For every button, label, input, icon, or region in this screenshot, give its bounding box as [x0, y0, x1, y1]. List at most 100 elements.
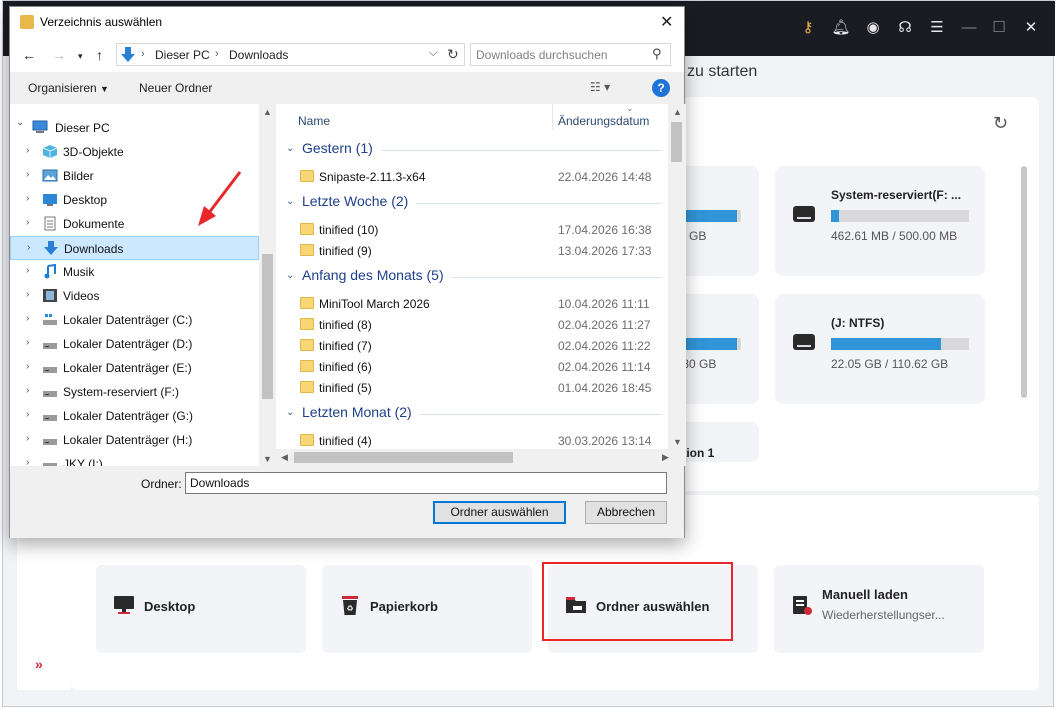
chevron-right-icon[interactable]: ›: [26, 265, 29, 276]
file-row[interactable]: tinified (5) 01.04.2026 18:45: [276, 377, 668, 398]
group-divider: [452, 277, 662, 278]
file-group-header[interactable]: ⌄ Letzte Woche (2): [286, 193, 662, 213]
refresh-icon[interactable]: ↻: [993, 113, 1008, 134]
list-horizontal-scrollbar[interactable]: ◀ ▶: [276, 449, 686, 466]
expand-sidebar-icon[interactable]: »: [35, 656, 43, 672]
tree-item-system-reserviert-f[interactable]: › System-reserviert (F:): [10, 380, 259, 404]
address-dropdown-icon[interactable]: ⌵: [429, 47, 437, 60]
chevron-down-icon[interactable]: ⌄: [286, 407, 294, 418]
tree-item-lokaler-datenträger-d[interactable]: › Lokaler Datenträger (D:): [10, 332, 259, 356]
folder-field[interactable]: [185, 472, 667, 494]
chevron-right-icon[interactable]: ›: [26, 337, 29, 348]
column-divider[interactable]: [552, 104, 553, 130]
drive-card-f[interactable]: System-reserviert(F: ... 462.61 MB / 500…: [775, 166, 985, 276]
location-manual-load[interactable]: Manuell laden Wiederherstellungser...: [774, 565, 984, 653]
tree-item-lokaler-datenträger-g[interactable]: › Lokaler Datenträger (G:): [10, 404, 259, 428]
file-row[interactable]: tinified (8) 02.04.2026 11:27: [276, 314, 668, 335]
scroll-right-icon[interactable]: ▶: [662, 452, 669, 463]
tree-item-lokaler-datenträger-c[interactable]: › Lokaler Datenträger (C:): [10, 308, 259, 332]
file-group-header[interactable]: ⌄ Letzten Monat (2): [286, 404, 662, 424]
help-icon[interactable]: ?: [652, 79, 670, 97]
select-folder-button[interactable]: Ordner auswählen: [433, 501, 566, 524]
highlight-annotation-box: [542, 562, 733, 641]
tree-item-videos[interactable]: › Videos: [10, 284, 259, 308]
chevron-right-icon[interactable]: ›: [26, 385, 29, 396]
breadcrumb-separator-icon[interactable]: ›: [215, 48, 219, 60]
chevron-right-icon[interactable]: ›: [26, 193, 29, 204]
tree-item-downloads[interactable]: › Downloads: [10, 236, 259, 260]
close-icon[interactable]: ✕: [1021, 18, 1041, 38]
minimize-icon[interactable]: —: [959, 18, 979, 38]
forward-arrow-icon[interactable]: →: [52, 47, 66, 63]
list-hscroll-thumb[interactable]: [294, 452, 513, 463]
drive-card-j[interactable]: (J: NTFS) 22.05 GB / 110.62 GB: [775, 294, 985, 404]
chevron-right-icon[interactable]: ›: [26, 457, 29, 466]
chevron-right-icon[interactable]: ›: [27, 242, 30, 253]
tree-scrollbar[interactable]: ▲ ▼: [259, 104, 276, 466]
file-row[interactable]: tinified (7) 02.04.2026 11:22: [276, 335, 668, 356]
disc-icon[interactable]: ◉: [863, 18, 883, 38]
drives-scrollbar[interactable]: [1021, 166, 1027, 398]
file-group-header[interactable]: ⌄ Anfang des Monats (5): [286, 267, 662, 287]
list-vertical-scrollbar[interactable]: ▲ ▼: [668, 104, 686, 449]
scroll-down-icon[interactable]: ▼: [673, 437, 682, 447]
chevron-right-icon[interactable]: ›: [26, 409, 29, 420]
file-row[interactable]: tinified (6) 02.04.2026 11:14: [276, 356, 668, 377]
breadcrumb-dieser-pc[interactable]: Dieser PC: [155, 48, 210, 62]
tree-scroll-thumb[interactable]: [262, 254, 273, 399]
up-arrow-icon[interactable]: ↑: [96, 47, 103, 63]
list-scroll-thumb[interactable]: [671, 122, 682, 162]
column-header-name[interactable]: Name: [298, 114, 330, 128]
organize-button[interactable]: Organisieren ▼: [28, 81, 109, 95]
file-row[interactable]: MiniTool March 2026 10.04.2026 11:11: [276, 293, 668, 314]
menu-icon[interactable]: ☰: [927, 18, 947, 38]
view-options-icon[interactable]: ☷ ▾: [590, 80, 610, 94]
tree-item-jky-i[interactable]: › JKY (I:): [10, 452, 259, 466]
chevron-right-icon[interactable]: ›: [26, 145, 29, 156]
cancel-button[interactable]: Abbrechen: [585, 501, 667, 524]
breadcrumb-downloads[interactable]: Downloads: [229, 48, 288, 62]
scroll-up-icon[interactable]: ▲: [673, 107, 682, 117]
tree-item-dieser-pc[interactable]: ⌄ Dieser PC: [10, 116, 259, 140]
bell-icon[interactable]: 🔔︎: [831, 18, 851, 38]
back-arrow-icon[interactable]: ←: [22, 47, 36, 63]
file-row[interactable]: tinified (10) 17.04.2026 16:38: [276, 219, 668, 240]
tree-item-label: 3D-Objekte: [63, 145, 124, 159]
address-bar[interactable]: › Dieser PC › Downloads ⌵ ↻: [116, 43, 465, 66]
maximize-icon[interactable]: ☐: [989, 18, 1009, 38]
headset-icon[interactable]: ☊: [895, 18, 915, 38]
scroll-down-icon[interactable]: ▼: [263, 454, 272, 464]
key-icon[interactable]: ⚷: [798, 18, 818, 38]
tree-item-lokaler-datenträger-h[interactable]: › Lokaler Datenträger (H:): [10, 428, 259, 452]
chevron-right-icon[interactable]: ›: [26, 433, 29, 444]
chevron-down-icon[interactable]: ⌄: [286, 196, 294, 207]
scroll-up-icon[interactable]: ▲: [263, 107, 272, 117]
chevron-down-icon[interactable]: ⌄: [286, 270, 294, 281]
chevron-right-icon[interactable]: ›: [26, 361, 29, 372]
chevron-right-icon[interactable]: ›: [26, 169, 29, 180]
chevron-right-icon[interactable]: ›: [26, 313, 29, 324]
new-folder-button[interactable]: Neuer Ordner: [139, 81, 212, 95]
file-row[interactable]: tinified (4) 30.03.2026 13:14: [276, 430, 668, 451]
location-recycle-bin[interactable]: ♻ Papierkorb: [322, 565, 532, 653]
tree-item-lokaler-datenträger-e[interactable]: › Lokaler Datenträger (E:): [10, 356, 259, 380]
search-icon[interactable]: ⚲: [652, 46, 662, 62]
search-input[interactable]: [476, 48, 646, 62]
chevron-down-icon[interactable]: ⌄: [16, 117, 24, 128]
file-group-header[interactable]: ⌄ Gestern (1): [286, 140, 662, 160]
location-desktop[interactable]: Desktop: [96, 565, 306, 653]
refresh-icon[interactable]: ↻: [447, 46, 459, 63]
file-row[interactable]: Snipaste-2.11.3-x64 22.04.2026 14:48: [276, 166, 668, 187]
tree-item-musik[interactable]: › Musik: [10, 260, 259, 284]
chevron-right-icon[interactable]: ›: [26, 289, 29, 300]
recent-locations-chevron-icon[interactable]: ▾: [78, 51, 83, 62]
file-row[interactable]: tinified (9) 13.04.2026 17:33: [276, 240, 668, 261]
dialog-close-icon[interactable]: ✕: [660, 12, 673, 32]
scroll-left-icon[interactable]: ◀: [281, 452, 288, 463]
chevron-down-icon[interactable]: ⌄: [286, 143, 294, 154]
tree-item-3d-objekte[interactable]: › 3D-Objekte: [10, 140, 259, 164]
search-box[interactable]: ⚲: [470, 43, 671, 66]
breadcrumb-separator-icon[interactable]: ›: [141, 48, 145, 60]
chevron-right-icon[interactable]: ›: [26, 217, 29, 228]
column-header-date[interactable]: Änderungsdatum: [558, 114, 649, 128]
